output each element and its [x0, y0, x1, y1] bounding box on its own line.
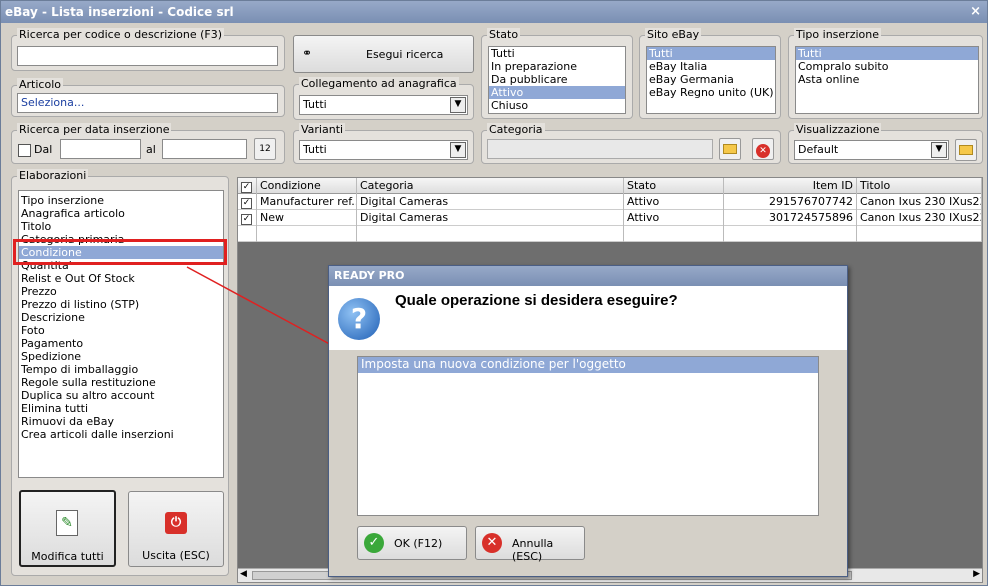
ready-pro-dialog: READY PRO ? Quale operazione si desidera…	[328, 265, 848, 577]
dialog-question: Quale operazione si desidera eseguire?	[395, 292, 678, 309]
ok-label: OK (F12)	[394, 537, 443, 550]
dialog-title: READY PRO	[329, 266, 847, 286]
cancel-label: Annulla (ESC)	[512, 537, 554, 563]
check-icon: ✓	[364, 533, 384, 553]
cancel-icon: ✕	[482, 533, 502, 553]
dialog-options-list[interactable]: Imposta una nuova condizione per l'ogget…	[357, 356, 819, 516]
dialog-header: ? Quale operazione si desidera eseguire?	[329, 286, 847, 350]
cancel-button[interactable]: ✕ Annulla (ESC)	[475, 526, 585, 563]
question-icon: ?	[338, 298, 380, 340]
main-window: eBay - Lista inserzioni - Codice srl × R…	[0, 0, 988, 586]
dialog-option[interactable]: Imposta una nuova condizione per l'ogget…	[358, 357, 818, 373]
ok-button[interactable]: ✓ OK (F12)	[357, 526, 467, 560]
